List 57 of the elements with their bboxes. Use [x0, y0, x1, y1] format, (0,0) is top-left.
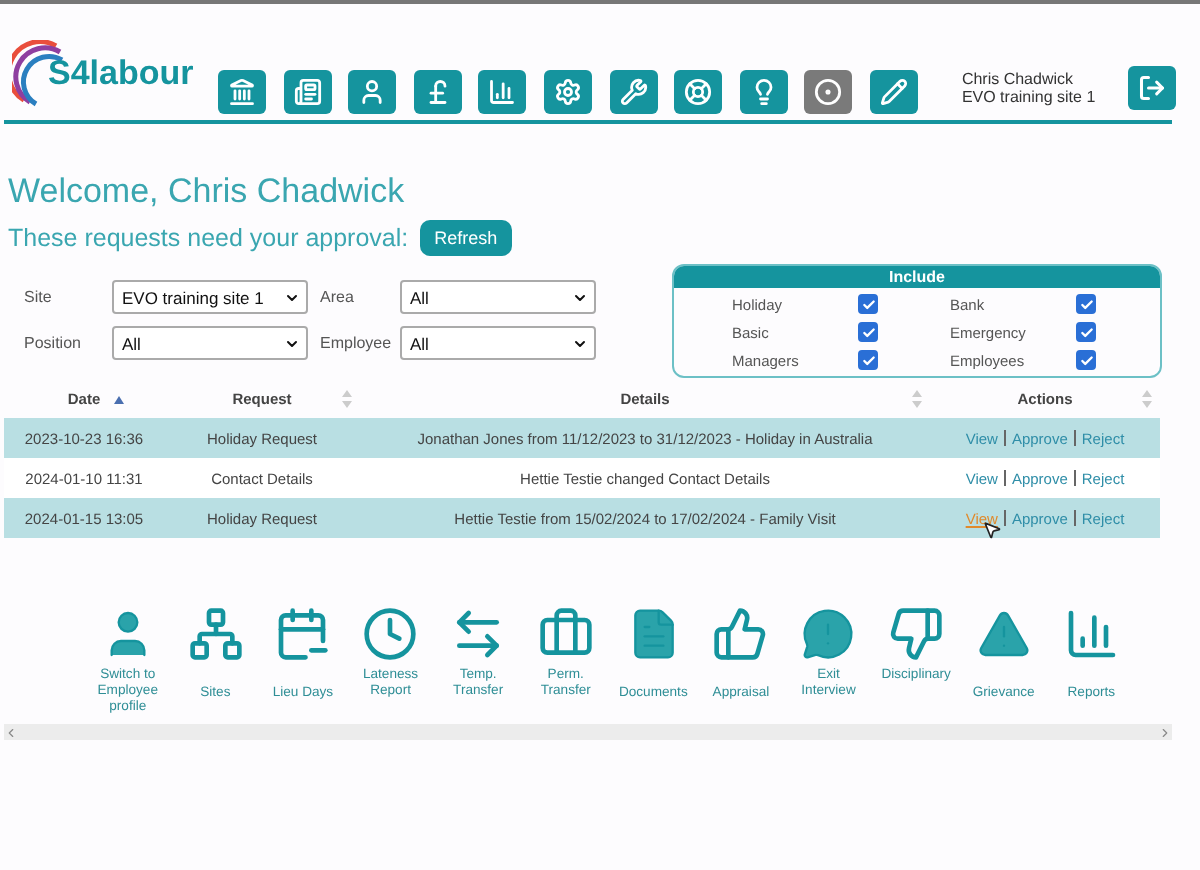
- bank-icon: [228, 78, 256, 106]
- filter-select[interactable]: All: [400, 280, 596, 314]
- welcome-heading: Welcome, Chris Chadwick: [8, 172, 407, 212]
- chevron-down-icon: [284, 289, 300, 305]
- thumbs-down-icon[interactable]: [888, 606, 945, 662]
- checkbox[interactable]: [1076, 350, 1096, 370]
- refresh-button[interactable]: Refresh: [420, 220, 512, 256]
- clock-icon[interactable]: [362, 606, 419, 662]
- chevron-right-icon[interactable]: [1158, 725, 1172, 739]
- nav-tile[interactable]: [674, 70, 723, 114]
- filter-label: Area: [320, 288, 356, 306]
- nav-tile[interactable]: [609, 70, 658, 114]
- nav-tile[interactable]: [218, 70, 266, 114]
- warning-icon[interactable]: [975, 606, 1032, 662]
- pencil-icon: [879, 78, 908, 106]
- filter-label: Employee: [320, 334, 388, 352]
- logout-icon: [1138, 74, 1166, 102]
- wrench-icon: [619, 78, 648, 106]
- bar-chart-icon[interactable]: [1063, 606, 1120, 662]
- chevron-down-icon: [572, 289, 588, 305]
- newspaper-icon: [293, 78, 322, 106]
- checkbox[interactable]: [858, 350, 878, 370]
- checkbox[interactable]: [1076, 322, 1096, 342]
- user-name: Chris Chadwick: [961, 70, 1076, 88]
- filter-select[interactable]: All: [400, 326, 596, 360]
- hierarchy-icon[interactable]: [187, 606, 244, 662]
- nav-tile[interactable]: [543, 70, 592, 114]
- user-site: EVO training site 1: [961, 88, 1096, 106]
- nav-tile[interactable]: [739, 70, 788, 114]
- nav-tile[interactable]: [348, 70, 397, 114]
- nav-tile[interactable]: [869, 70, 918, 114]
- nav-tile[interactable]: [413, 70, 462, 114]
- calendar-icon[interactable]: [274, 606, 331, 662]
- logo-text: S4labour: [48, 54, 194, 94]
- speech-bubble-icon[interactable]: [800, 606, 857, 662]
- filter-select[interactable]: All: [112, 326, 308, 360]
- nav-tile[interactable]: [804, 70, 853, 114]
- checkbox[interactable]: [858, 322, 878, 342]
- filter-label: Position: [24, 334, 83, 352]
- logout-button[interactable]: [1128, 66, 1176, 110]
- chevron-left-icon[interactable]: [4, 725, 18, 739]
- lifebuoy-icon: [684, 78, 713, 106]
- person-icon: [358, 78, 387, 106]
- filter-select[interactable]: EVO training site 1: [112, 280, 308, 314]
- approval-prompt: These requests need your approval:: [8, 224, 409, 252]
- nav-tile[interactable]: [283, 70, 332, 114]
- bar-chart-icon: [488, 78, 517, 106]
- nav-tile[interactable]: [478, 70, 527, 114]
- target-icon: [814, 78, 843, 106]
- settings-icon: [553, 78, 582, 106]
- filter-label: Site: [24, 288, 54, 306]
- chevron-down-icon: [572, 335, 588, 351]
- checkbox[interactable]: [858, 294, 878, 314]
- panel-title: Include: [674, 266, 1160, 288]
- checkbox[interactable]: [1076, 294, 1096, 314]
- thumbs-up-icon[interactable]: [712, 606, 769, 662]
- chevron-down-icon: [284, 335, 300, 351]
